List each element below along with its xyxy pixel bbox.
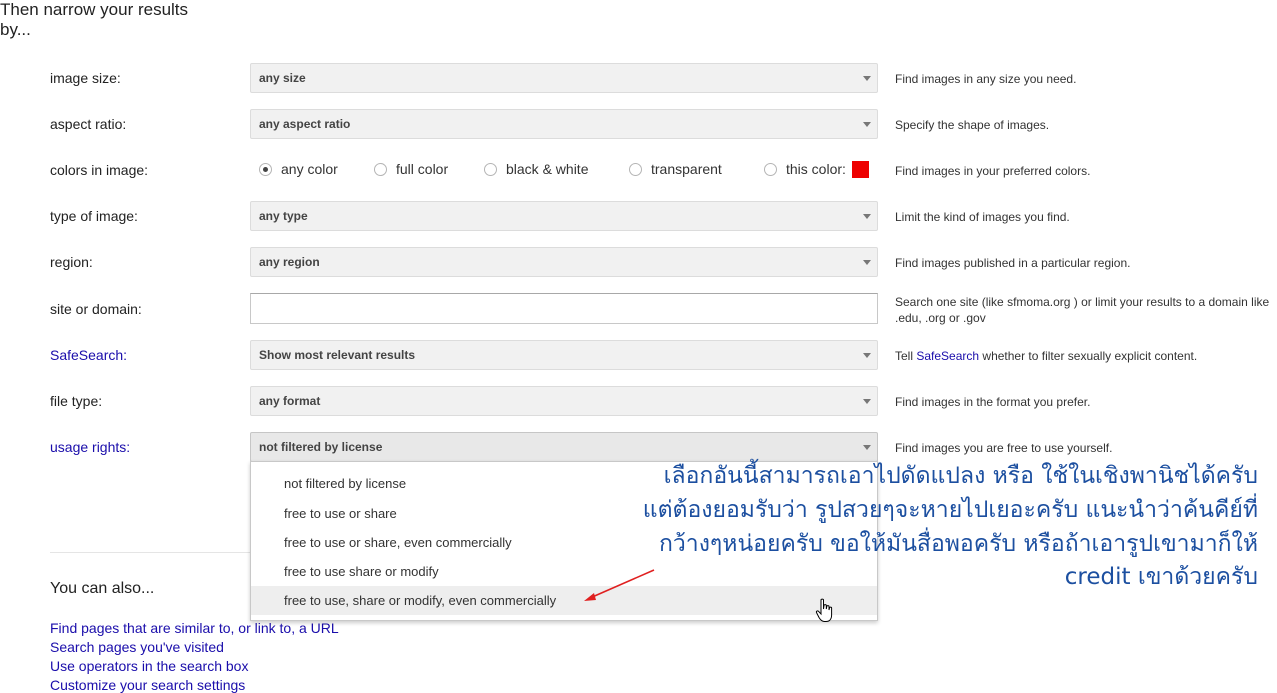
chevron-down-icon <box>863 260 871 265</box>
usage-rights-select[interactable]: not filtered by license <box>250 432 878 462</box>
usage-rights-link[interactable]: usage rights: <box>50 439 130 455</box>
radio-label: this color: <box>786 161 846 177</box>
also-link-operators[interactable]: Use operators in the search box <box>50 658 248 674</box>
radio-icon[interactable] <box>629 162 642 176</box>
annotation-line-4: credit เขาด้วยครับ <box>1064 564 1258 590</box>
region-label: region: <box>50 254 93 270</box>
radio-icon[interactable] <box>484 162 497 176</box>
radio-label: transparent <box>651 161 722 177</box>
site-label: site or domain: <box>50 301 142 317</box>
radio-label: full color <box>396 161 449 177</box>
annotation-line-3: กว้างๆหน่อยครับ ขอให้มันสื่อพอครับ หรือถ… <box>658 531 1258 557</box>
radio-black-white[interactable]: black & white <box>484 158 588 180</box>
also-heading: You can also... <box>50 580 155 597</box>
image-size-label: image size: <box>50 70 121 86</box>
chevron-down-icon <box>863 122 871 127</box>
section-divider <box>50 552 250 553</box>
dropdown-option-hovered[interactable]: free to use, share or modify, even comme… <box>251 586 877 615</box>
safesearch-select[interactable]: Show most relevant results <box>250 340 878 370</box>
safesearch-value: Show most relevant results <box>259 348 416 362</box>
also-link-settings[interactable]: Customize your search settings <box>50 677 245 693</box>
radio-icon[interactable] <box>764 162 777 176</box>
image-size-help: Find images in any size you need. <box>895 72 1077 86</box>
region-help: Find images published in a particular re… <box>895 256 1131 270</box>
dropdown-option[interactable]: free to use share or modify <box>251 557 877 586</box>
chevron-down-icon <box>863 76 871 81</box>
site-help-line1: Search one site (like sfmoma.org ) or li… <box>895 295 1270 309</box>
chevron-down-icon <box>863 399 871 404</box>
hand-cursor-icon <box>815 598 833 622</box>
region-select[interactable]: any region <box>250 247 878 277</box>
image-size-select[interactable]: any size <box>250 63 878 93</box>
file-type-label: file type: <box>50 393 103 409</box>
usage-rights-value: not filtered by license <box>259 440 383 454</box>
image-size-value: any size <box>259 71 306 85</box>
type-help: Limit the kind of images you find. <box>895 210 1070 224</box>
aspect-ratio-label: aspect ratio: <box>50 116 127 132</box>
aspect-ratio-help: Specify the shape of images. <box>895 118 1050 132</box>
annotation-arrow-icon <box>584 569 655 601</box>
radio-transparent[interactable]: transparent <box>629 158 722 180</box>
radio-icon[interactable] <box>374 162 387 176</box>
chevron-down-icon <box>863 214 871 219</box>
radio-this-color[interactable]: this color: <box>764 158 869 180</box>
file-type-help: Find images in the format you prefer. <box>895 395 1091 409</box>
colors-label: colors in image: <box>50 162 149 178</box>
type-label: type of image: <box>50 208 138 224</box>
also-link-similar[interactable]: Find pages that are similar to, or link … <box>50 620 339 636</box>
radio-label: black & white <box>506 161 589 177</box>
site-help-line2: .edu, .org or .gov <box>895 311 986 325</box>
safesearch-help: Tell SafeSearch whether to filter sexual… <box>895 349 1198 363</box>
also-link-visited[interactable]: Search pages you've visited <box>50 639 224 655</box>
annotation-line-1: เลือกอันนี้สามารถเอาไปดัดแปลง หรือ ใช้ใน… <box>663 463 1258 489</box>
site-help: Search one site (like sfmoma.org ) or li… <box>895 294 1269 326</box>
colors-help: Find images in your preferred colors. <box>895 164 1091 178</box>
radio-full-color[interactable]: full color <box>374 158 448 180</box>
annotation-line-2: แต่ต้องยอมรับว่า รูปสวยๆจะหายไปเยอะครับ … <box>642 497 1258 523</box>
page-heading: Then narrow your results by... <box>0 0 189 39</box>
color-swatch[interactable] <box>851 160 869 178</box>
usage-rights-help: Find images you are free to use yourself… <box>895 441 1113 455</box>
aspect-ratio-select[interactable]: any aspect ratio <box>250 109 878 139</box>
radio-checked-icon[interactable] <box>259 162 272 176</box>
chevron-down-icon <box>863 445 871 450</box>
type-select[interactable]: any type <box>250 201 878 231</box>
chevron-down-icon <box>863 353 871 358</box>
site-input[interactable] <box>250 293 878 324</box>
type-value: any type <box>259 209 308 223</box>
region-value: any region <box>259 255 320 269</box>
file-type-select[interactable]: any format <box>250 386 878 416</box>
safesearch-help-link[interactable]: SafeSearch <box>916 349 979 363</box>
file-type-value: any format <box>259 394 321 408</box>
aspect-ratio-value: any aspect ratio <box>259 117 351 131</box>
radio-any-color[interactable]: any color <box>259 158 338 180</box>
radio-label: any color <box>281 161 338 177</box>
safesearch-link[interactable]: SafeSearch: <box>50 347 127 363</box>
